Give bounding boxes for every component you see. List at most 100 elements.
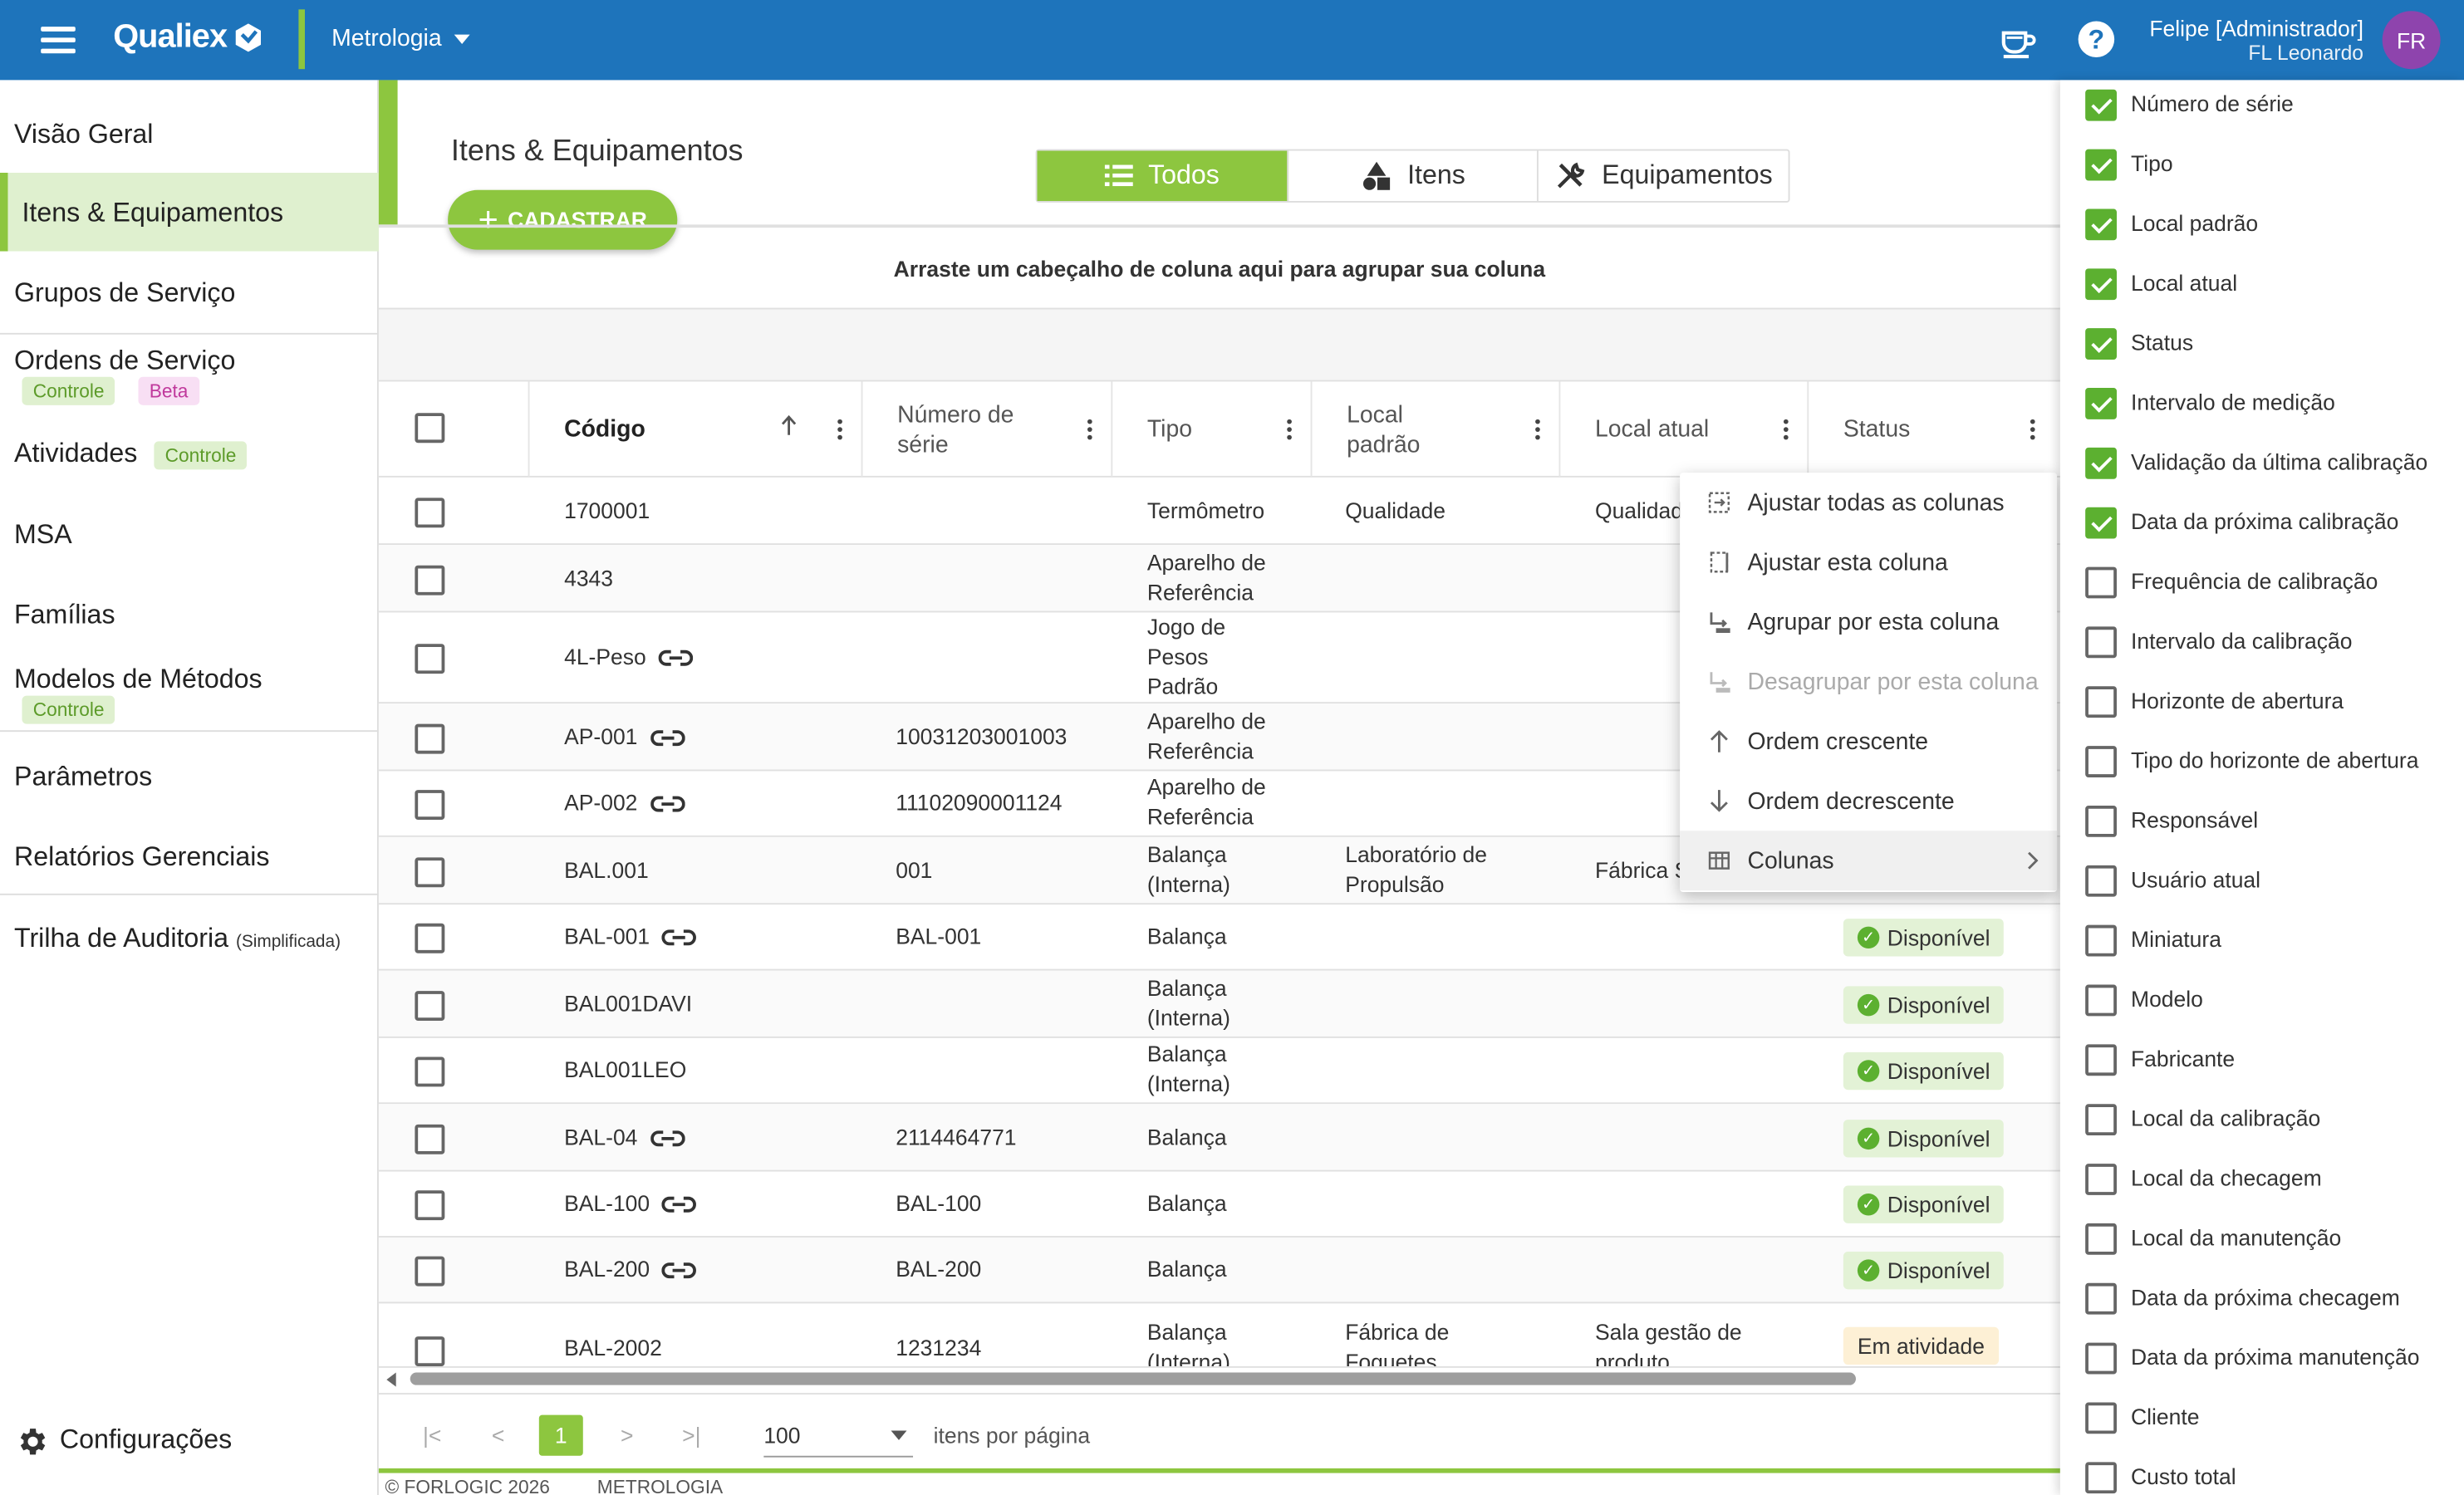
link-icon[interactable] (662, 1195, 697, 1214)
column-option-checkbox[interactable] (2085, 1462, 2117, 1494)
row-checkbox[interactable] (415, 991, 445, 1022)
sidebar-item-itens-equipamentos[interactable]: Itens & Equipamentos (0, 172, 379, 252)
row-checkbox[interactable] (415, 923, 445, 953)
column-option[interactable]: Tipo (2060, 138, 2464, 198)
column-header-status[interactable]: Status (1809, 381, 2060, 477)
settings-link[interactable]: Configurações (0, 1415, 379, 1468)
table-row[interactable]: BAL-04 2114464771 Balança ✓ Disponível (378, 1104, 2060, 1172)
column-option[interactable]: Local da calibração (2060, 1093, 2464, 1153)
column-option-checkbox[interactable] (2085, 1402, 2117, 1434)
row-checkbox[interactable] (415, 1256, 445, 1287)
row-checkbox[interactable] (415, 723, 445, 754)
link-icon[interactable] (650, 729, 685, 748)
page-number-current[interactable]: 1 (538, 1414, 583, 1456)
column-option-checkbox[interactable] (2085, 507, 2117, 539)
next-page-icon[interactable]: > (605, 1415, 649, 1456)
column-option-checkbox[interactable] (2085, 984, 2117, 1017)
column-option[interactable]: Local atual (2060, 257, 2464, 317)
tab-itens[interactable]: Itens (1288, 150, 1539, 202)
column-option[interactable]: Local da checagem (2060, 1153, 2464, 1213)
column-option[interactable]: Cliente (2060, 1391, 2464, 1451)
sidebar-item-modelos-metodos[interactable]: Modelos de Métodos Controle (0, 654, 379, 727)
column-header-codigo[interactable]: Código (529, 381, 863, 478)
column-option-checkbox[interactable] (2085, 328, 2117, 360)
menu-item-autosize-column[interactable]: Ajustar esta coluna (1680, 532, 2057, 592)
menu-item-sort-asc[interactable]: Ordem crescente (1680, 712, 2057, 772)
column-option[interactable]: Modelo (2060, 973, 2464, 1033)
page-size-select[interactable]: 100 (763, 1414, 914, 1458)
column-header-numero-serie[interactable]: Número de série (862, 381, 1113, 478)
column-option-checkbox[interactable] (2085, 1282, 2117, 1315)
column-menu-icon[interactable] (1783, 419, 1789, 440)
column-option-checkbox[interactable] (2085, 746, 2117, 777)
module-selector[interactable]: Metrologia (331, 25, 470, 51)
column-option[interactable]: Custo total (2060, 1451, 2464, 1495)
user-info[interactable]: Felipe [Administrador] FL Leonardo (2149, 16, 2363, 66)
menu-item-autosize-all[interactable]: Ajustar todas as colunas (1680, 473, 2057, 532)
table-row[interactable]: BAL001LEO Balança (Interna) ✓ Disponível (378, 1038, 2060, 1105)
column-header-local-padrao[interactable]: Local padrão (1312, 381, 1561, 478)
link-icon[interactable] (658, 649, 694, 668)
column-option-checkbox[interactable] (2085, 208, 2117, 241)
tab-todos[interactable]: Todos (1037, 150, 1288, 202)
last-page-icon[interactable]: >| (670, 1415, 714, 1456)
first-page-icon[interactable]: |< (410, 1415, 454, 1456)
link-icon[interactable] (662, 1262, 697, 1281)
column-option[interactable]: Status (2060, 317, 2464, 377)
column-option-checkbox[interactable] (2085, 149, 2117, 181)
sidebar-item-relatorios[interactable]: Relatórios Gerenciais (0, 832, 379, 885)
column-menu-icon[interactable] (2030, 419, 2035, 440)
column-option-checkbox[interactable] (2085, 447, 2117, 479)
link-icon[interactable] (650, 795, 685, 814)
column-menu-icon[interactable] (1535, 419, 1540, 440)
prev-page-icon[interactable]: < (476, 1415, 520, 1456)
sidebar-item-trilha-auditoria[interactable]: Trilha de Auditoria (Simplificada) (0, 914, 379, 967)
help-icon[interactable]: ? (2076, 19, 2117, 60)
column-option[interactable]: Local da manutenção (2060, 1213, 2464, 1272)
column-option-checkbox[interactable] (2085, 566, 2117, 599)
column-option-checkbox[interactable] (2085, 924, 2117, 957)
column-option-checkbox[interactable] (2085, 805, 2117, 837)
sidebar-item-grupos-servico[interactable]: Grupos de Serviço (0, 266, 379, 322)
column-option[interactable]: Data da próxima checagem (2060, 1272, 2464, 1332)
row-checkbox[interactable] (415, 644, 445, 674)
column-option-checkbox[interactable] (2085, 1164, 2117, 1195)
column-option[interactable]: Data da próxima calibração (2060, 496, 2464, 556)
column-option-checkbox[interactable] (2085, 268, 2117, 301)
link-icon[interactable] (662, 929, 697, 948)
column-option-checkbox[interactable] (2085, 626, 2117, 659)
column-option[interactable]: Número de série (2060, 79, 2464, 139)
column-option[interactable]: Fabricante (2060, 1033, 2464, 1093)
table-row[interactable]: BAL-200 BAL-200 Balança ✓ Disponível (378, 1237, 2060, 1304)
link-icon[interactable] (650, 1130, 685, 1149)
column-option[interactable]: Tipo do horizonte de abertura (2060, 735, 2464, 795)
sidebar-item-familias[interactable]: Famílias (0, 591, 379, 644)
column-option-checkbox[interactable] (2085, 686, 2117, 718)
tab-equipamentos[interactable]: Equipamentos (1539, 151, 1789, 202)
row-checkbox[interactable] (415, 565, 445, 596)
menu-icon[interactable] (41, 27, 76, 54)
group-panel[interactable]: Arraste um cabeçalho de coluna aqui para… (378, 228, 2060, 310)
column-option-checkbox[interactable] (2085, 865, 2117, 897)
table-row[interactable]: BAL-100 BAL-100 Balança ✓ Disponível (378, 1172, 2060, 1238)
menu-item-sort-desc[interactable]: Ordem decrescente (1680, 771, 2057, 831)
column-option-checkbox[interactable] (2085, 89, 2117, 121)
select-all-checkbox[interactable] (415, 413, 445, 444)
row-checkbox[interactable] (415, 1056, 445, 1087)
row-checkbox[interactable] (415, 1336, 445, 1366)
column-option[interactable]: Horizonte de abertura (2060, 675, 2464, 735)
sidebar-item-atividades[interactable]: Atividades Controle (0, 429, 379, 482)
sidebar-item-parametros[interactable]: Parâmetros (0, 752, 379, 806)
column-option[interactable]: Miniatura (2060, 914, 2464, 973)
column-option[interactable]: Data da próxima manutenção (2060, 1331, 2464, 1391)
column-option[interactable]: Intervalo da calibração (2060, 615, 2464, 675)
column-menu-icon[interactable] (1087, 419, 1092, 440)
row-checkbox[interactable] (415, 790, 445, 820)
scrollbar-thumb[interactable] (410, 1372, 1856, 1385)
column-option[interactable]: Frequência de calibração (2060, 556, 2464, 615)
column-menu-icon[interactable] (1287, 419, 1292, 440)
column-option[interactable]: Intervalo de medição (2060, 377, 2464, 437)
avatar[interactable]: FR (2382, 11, 2441, 70)
column-option[interactable]: Validação da última calibração (2060, 437, 2464, 497)
sidebar-item-ordens-servico[interactable]: Ordens de Serviço Controle Beta (0, 336, 379, 409)
